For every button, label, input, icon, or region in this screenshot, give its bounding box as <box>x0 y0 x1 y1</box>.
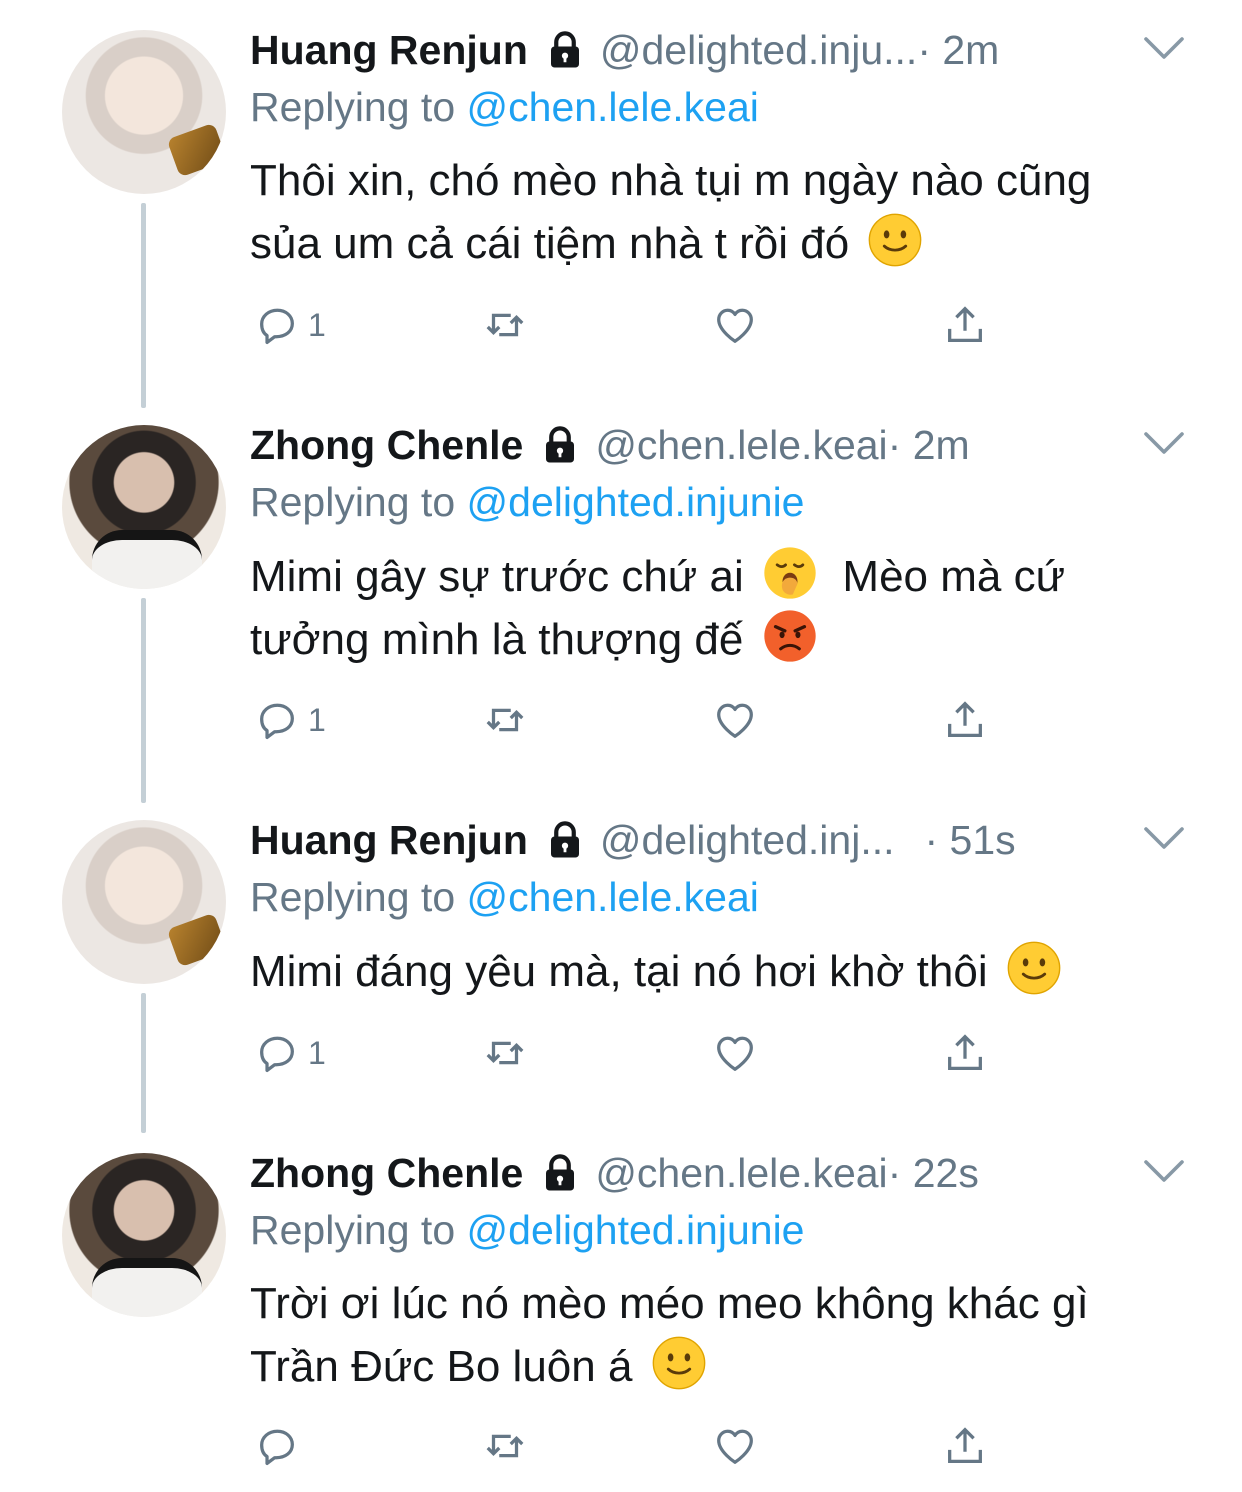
reply-button[interactable]: 1 <box>254 1030 326 1076</box>
chevron-down-icon[interactable] <box>1143 429 1185 457</box>
tweet-header: Huang Renjun @delighted.inju... · 2m <box>250 22 999 78</box>
display-name[interactable]: Huang Renjun <box>250 27 528 74</box>
tweet-text-line: Mimi đáng yêu mà, tại nó hơi khờ thôi <box>250 947 988 996</box>
display-name[interactable]: Zhong Chenle <box>250 1150 523 1197</box>
tweet-actions <box>250 1423 1010 1483</box>
user-handle[interactable]: @delighted.inju... <box>600 27 917 74</box>
avatar[interactable] <box>62 1153 226 1317</box>
avatar[interactable] <box>62 425 226 589</box>
timestamp[interactable]: · 2m <box>917 27 999 74</box>
tweet-text-line: Thôi xin, chó mèo nhà tụi m ngày nào cũn… <box>250 156 1092 205</box>
share-icon <box>942 302 988 348</box>
display-name[interactable]: Huang Renjun <box>250 817 528 864</box>
retweet-icon <box>482 697 528 743</box>
tweet-header: Zhong Chenle @chen.lele.keai · 2m <box>250 417 970 473</box>
reply-icon <box>254 697 300 743</box>
replying-to: Replying to @chen.lele.keai <box>250 84 759 131</box>
user-handle[interactable]: @delighted.inj... <box>600 817 895 864</box>
reply-icon <box>254 1030 300 1076</box>
reply-button[interactable]: 1 <box>254 697 326 743</box>
tweet-text: Mimi gây sự trước chứ ai Mèo mà cứ tưởng… <box>250 545 1210 671</box>
retweet-button[interactable] <box>482 1423 528 1469</box>
mention-link[interactable]: @chen.lele.keai <box>467 874 759 920</box>
retweet-icon <box>482 302 528 348</box>
tweet-text: Trời ơi lúc nó mèo méo meo không khác gì… <box>250 1273 1210 1398</box>
avatar[interactable] <box>62 30 226 194</box>
reply-icon <box>254 1423 300 1469</box>
display-name[interactable]: Zhong Chenle <box>250 422 523 469</box>
thread-line <box>141 598 146 803</box>
tweet-text-line: tưởng mình là thượng đế <box>250 615 744 664</box>
heart-icon <box>712 697 758 743</box>
tweet-text-line: sủa um cả cái tiệm nhà t rồi đó <box>250 219 850 268</box>
share-icon <box>942 1423 988 1469</box>
tweet-text-line: Mimi gây sự trước chứ ai <box>250 552 744 601</box>
heart-icon <box>712 1030 758 1076</box>
retweet-icon <box>482 1423 528 1469</box>
tweet-header: Huang Renjun @delighted.inj... · 51s <box>250 812 1016 868</box>
replying-label: Replying to <box>250 1207 467 1253</box>
reply-button[interactable]: 1 <box>254 302 326 348</box>
yawning-face-icon <box>762 545 818 601</box>
mention-link[interactable]: @delighted.injunie <box>467 1207 805 1253</box>
reply-count: 1 <box>308 701 326 738</box>
lock-icon <box>544 819 586 861</box>
lock-icon <box>539 424 581 466</box>
timestamp[interactable]: · 51s <box>925 817 1016 864</box>
lock-icon <box>539 1152 581 1194</box>
retweet-icon <box>482 1030 528 1076</box>
timestamp[interactable]: · 2m <box>888 422 970 469</box>
thread-line <box>141 993 146 1133</box>
share-icon <box>942 1030 988 1076</box>
heart-icon <box>712 302 758 348</box>
share-button[interactable] <box>942 697 988 743</box>
reply-icon <box>254 302 300 348</box>
chevron-down-icon[interactable] <box>1143 1157 1185 1185</box>
tweet-text: Thôi xin, chó mèo nhà tụi m ngày nào cũn… <box>250 150 1210 275</box>
tweet-text-line: Trần Đức Bo luôn á <box>250 1342 633 1391</box>
mention-link[interactable]: @chen.lele.keai <box>467 84 759 130</box>
angry-face-icon <box>762 608 818 664</box>
tweet-actions: 1 <box>250 697 1010 757</box>
mention-link[interactable]: @delighted.injunie <box>467 479 805 525</box>
lock-icon <box>544 29 586 71</box>
tweet-header: Zhong Chenle @chen.lele.keai · 22s <box>250 1145 979 1201</box>
chevron-down-icon[interactable] <box>1143 34 1185 62</box>
tweet-text-line: Mèo mà cứ <box>842 552 1066 601</box>
replying-label: Replying to <box>250 84 467 130</box>
thread-line <box>141 203 146 408</box>
share-button[interactable] <box>942 1423 988 1469</box>
replying-to: Replying to @delighted.injunie <box>250 1207 805 1254</box>
retweet-button[interactable] <box>482 1030 528 1076</box>
tweet-actions: 1 <box>250 302 1010 362</box>
user-handle[interactable]: @chen.lele.keai <box>595 422 887 469</box>
slightly-smiling-face-icon <box>651 1335 707 1391</box>
like-button[interactable] <box>712 302 758 348</box>
like-button[interactable] <box>712 1030 758 1076</box>
replying-to: Replying to @delighted.injunie <box>250 479 805 526</box>
reply-count: 1 <box>308 1034 326 1071</box>
share-button[interactable] <box>942 1030 988 1076</box>
retweet-button[interactable] <box>482 302 528 348</box>
replying-label: Replying to <box>250 479 467 525</box>
chevron-down-icon[interactable] <box>1143 824 1185 852</box>
tweet-text-line: Trời ơi lúc nó mèo méo meo không khác gì <box>250 1279 1089 1328</box>
timestamp[interactable]: · 22s <box>888 1150 979 1197</box>
slightly-smiling-face-icon <box>1006 940 1062 996</box>
slightly-smiling-face-icon <box>867 212 923 268</box>
share-button[interactable] <box>942 302 988 348</box>
replying-label: Replying to <box>250 874 467 920</box>
like-button[interactable] <box>712 1423 758 1469</box>
tweet-actions: 1 <box>250 1030 1010 1090</box>
replying-to: Replying to @chen.lele.keai <box>250 874 759 921</box>
like-button[interactable] <box>712 697 758 743</box>
retweet-button[interactable] <box>482 697 528 743</box>
tweet-text: Mimi đáng yêu mà, tại nó hơi khờ thôi <box>250 940 1210 1003</box>
avatar[interactable] <box>62 820 226 984</box>
user-handle[interactable]: @chen.lele.keai <box>595 1150 887 1197</box>
reply-button[interactable] <box>254 1423 308 1469</box>
reply-count: 1 <box>308 306 326 343</box>
share-icon <box>942 697 988 743</box>
heart-icon <box>712 1423 758 1469</box>
